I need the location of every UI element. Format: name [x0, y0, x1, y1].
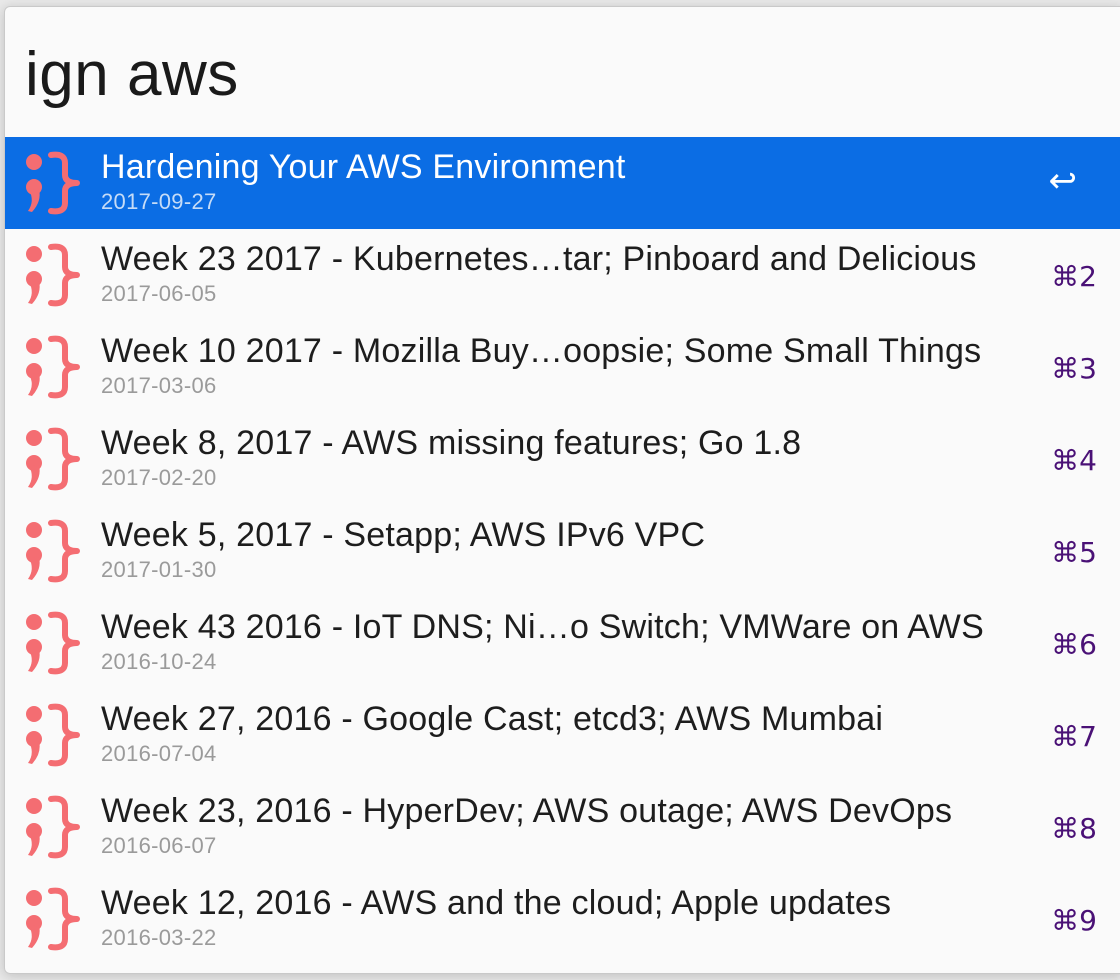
result-item[interactable]: Week 10 2017 - Mozilla Buy…oopsie; Some … [5, 321, 1120, 413]
results-list: Hardening Your AWS Environment 2017-09-2… [5, 137, 1120, 973]
result-title: Week 5, 2017 - Setapp; AWS IPv6 VPC [101, 516, 706, 554]
result-title: Hardening Your AWS Environment [101, 148, 626, 186]
result-date: 2016-06-07 [101, 833, 217, 858]
result-item[interactable]: Hardening Your AWS Environment 2017-09-2… [5, 137, 1120, 229]
result-date: 2016-07-04 [101, 741, 217, 766]
result-item[interactable]: Week 12, 2016 - AWS and the cloud; Apple… [5, 873, 1120, 965]
result-shortcut: ⌘4 [1051, 444, 1097, 477]
result-date: 2017-01-30 [101, 557, 217, 582]
semicolon-brace-icon [26, 151, 80, 215]
semicolon-brace-icon [26, 887, 80, 951]
return-key-icon: ↩ [1048, 161, 1078, 201]
result-title: Week 8, 2017 - AWS missing features; Go … [101, 424, 802, 462]
result-title: Week 12, 2016 - AWS and the cloud; Apple… [101, 884, 892, 922]
result-title: Week 23 2017 - Kubernetes…tar; Pinboard … [101, 240, 977, 278]
result-title: Week 23, 2016 - HyperDev; AWS outage; AW… [101, 792, 953, 830]
result-date: 2017-09-27 [101, 189, 217, 214]
result-shortcut: ⌘3 [1051, 352, 1097, 385]
semicolon-brace-icon [26, 611, 80, 675]
semicolon-brace-icon [26, 519, 80, 583]
result-date: 2017-02-20 [101, 465, 217, 490]
result-shortcut: ⌘9 [1051, 904, 1097, 937]
result-date: 2017-06-05 [101, 281, 217, 306]
result-title: Week 27, 2016 - Google Cast; etcd3; AWS … [101, 700, 884, 738]
search-bar[interactable]: ign aws [5, 7, 1120, 137]
semicolon-brace-icon [26, 703, 80, 767]
search-input[interactable]: ign aws [25, 37, 239, 113]
result-shortcut: ⌘5 [1051, 536, 1097, 569]
semicolon-brace-icon [26, 795, 80, 859]
result-shortcut: ⌘8 [1051, 812, 1097, 845]
launcher-window: ign aws Hardening Your AWS Environment 2… [4, 6, 1120, 974]
result-item[interactable]: Week 43 2016 - IoT DNS; Ni…o Switch; VMW… [5, 597, 1120, 689]
semicolon-brace-icon [26, 243, 80, 307]
result-item[interactable]: Week 23 2017 - Kubernetes…tar; Pinboard … [5, 229, 1120, 321]
result-date: 2016-03-22 [101, 925, 217, 950]
semicolon-brace-icon [26, 335, 80, 399]
result-item[interactable]: Week 8, 2017 - AWS missing features; Go … [5, 413, 1120, 505]
semicolon-brace-icon [26, 427, 80, 491]
result-item[interactable]: Week 27, 2016 - Google Cast; etcd3; AWS … [5, 689, 1120, 781]
result-shortcut: ⌘7 [1051, 720, 1097, 753]
result-shortcut: ⌘2 [1051, 260, 1097, 293]
result-item[interactable]: Week 5, 2017 - Setapp; AWS IPv6 VPC 2017… [5, 505, 1120, 597]
result-date: 2016-10-24 [101, 649, 217, 674]
result-title: Week 10 2017 - Mozilla Buy…oopsie; Some … [101, 332, 982, 370]
result-item[interactable]: Week 23, 2016 - HyperDev; AWS outage; AW… [5, 781, 1120, 873]
result-title: Week 43 2016 - IoT DNS; Ni…o Switch; VMW… [101, 608, 984, 646]
result-date: 2017-03-06 [101, 373, 217, 398]
result-shortcut: ⌘6 [1051, 628, 1097, 661]
